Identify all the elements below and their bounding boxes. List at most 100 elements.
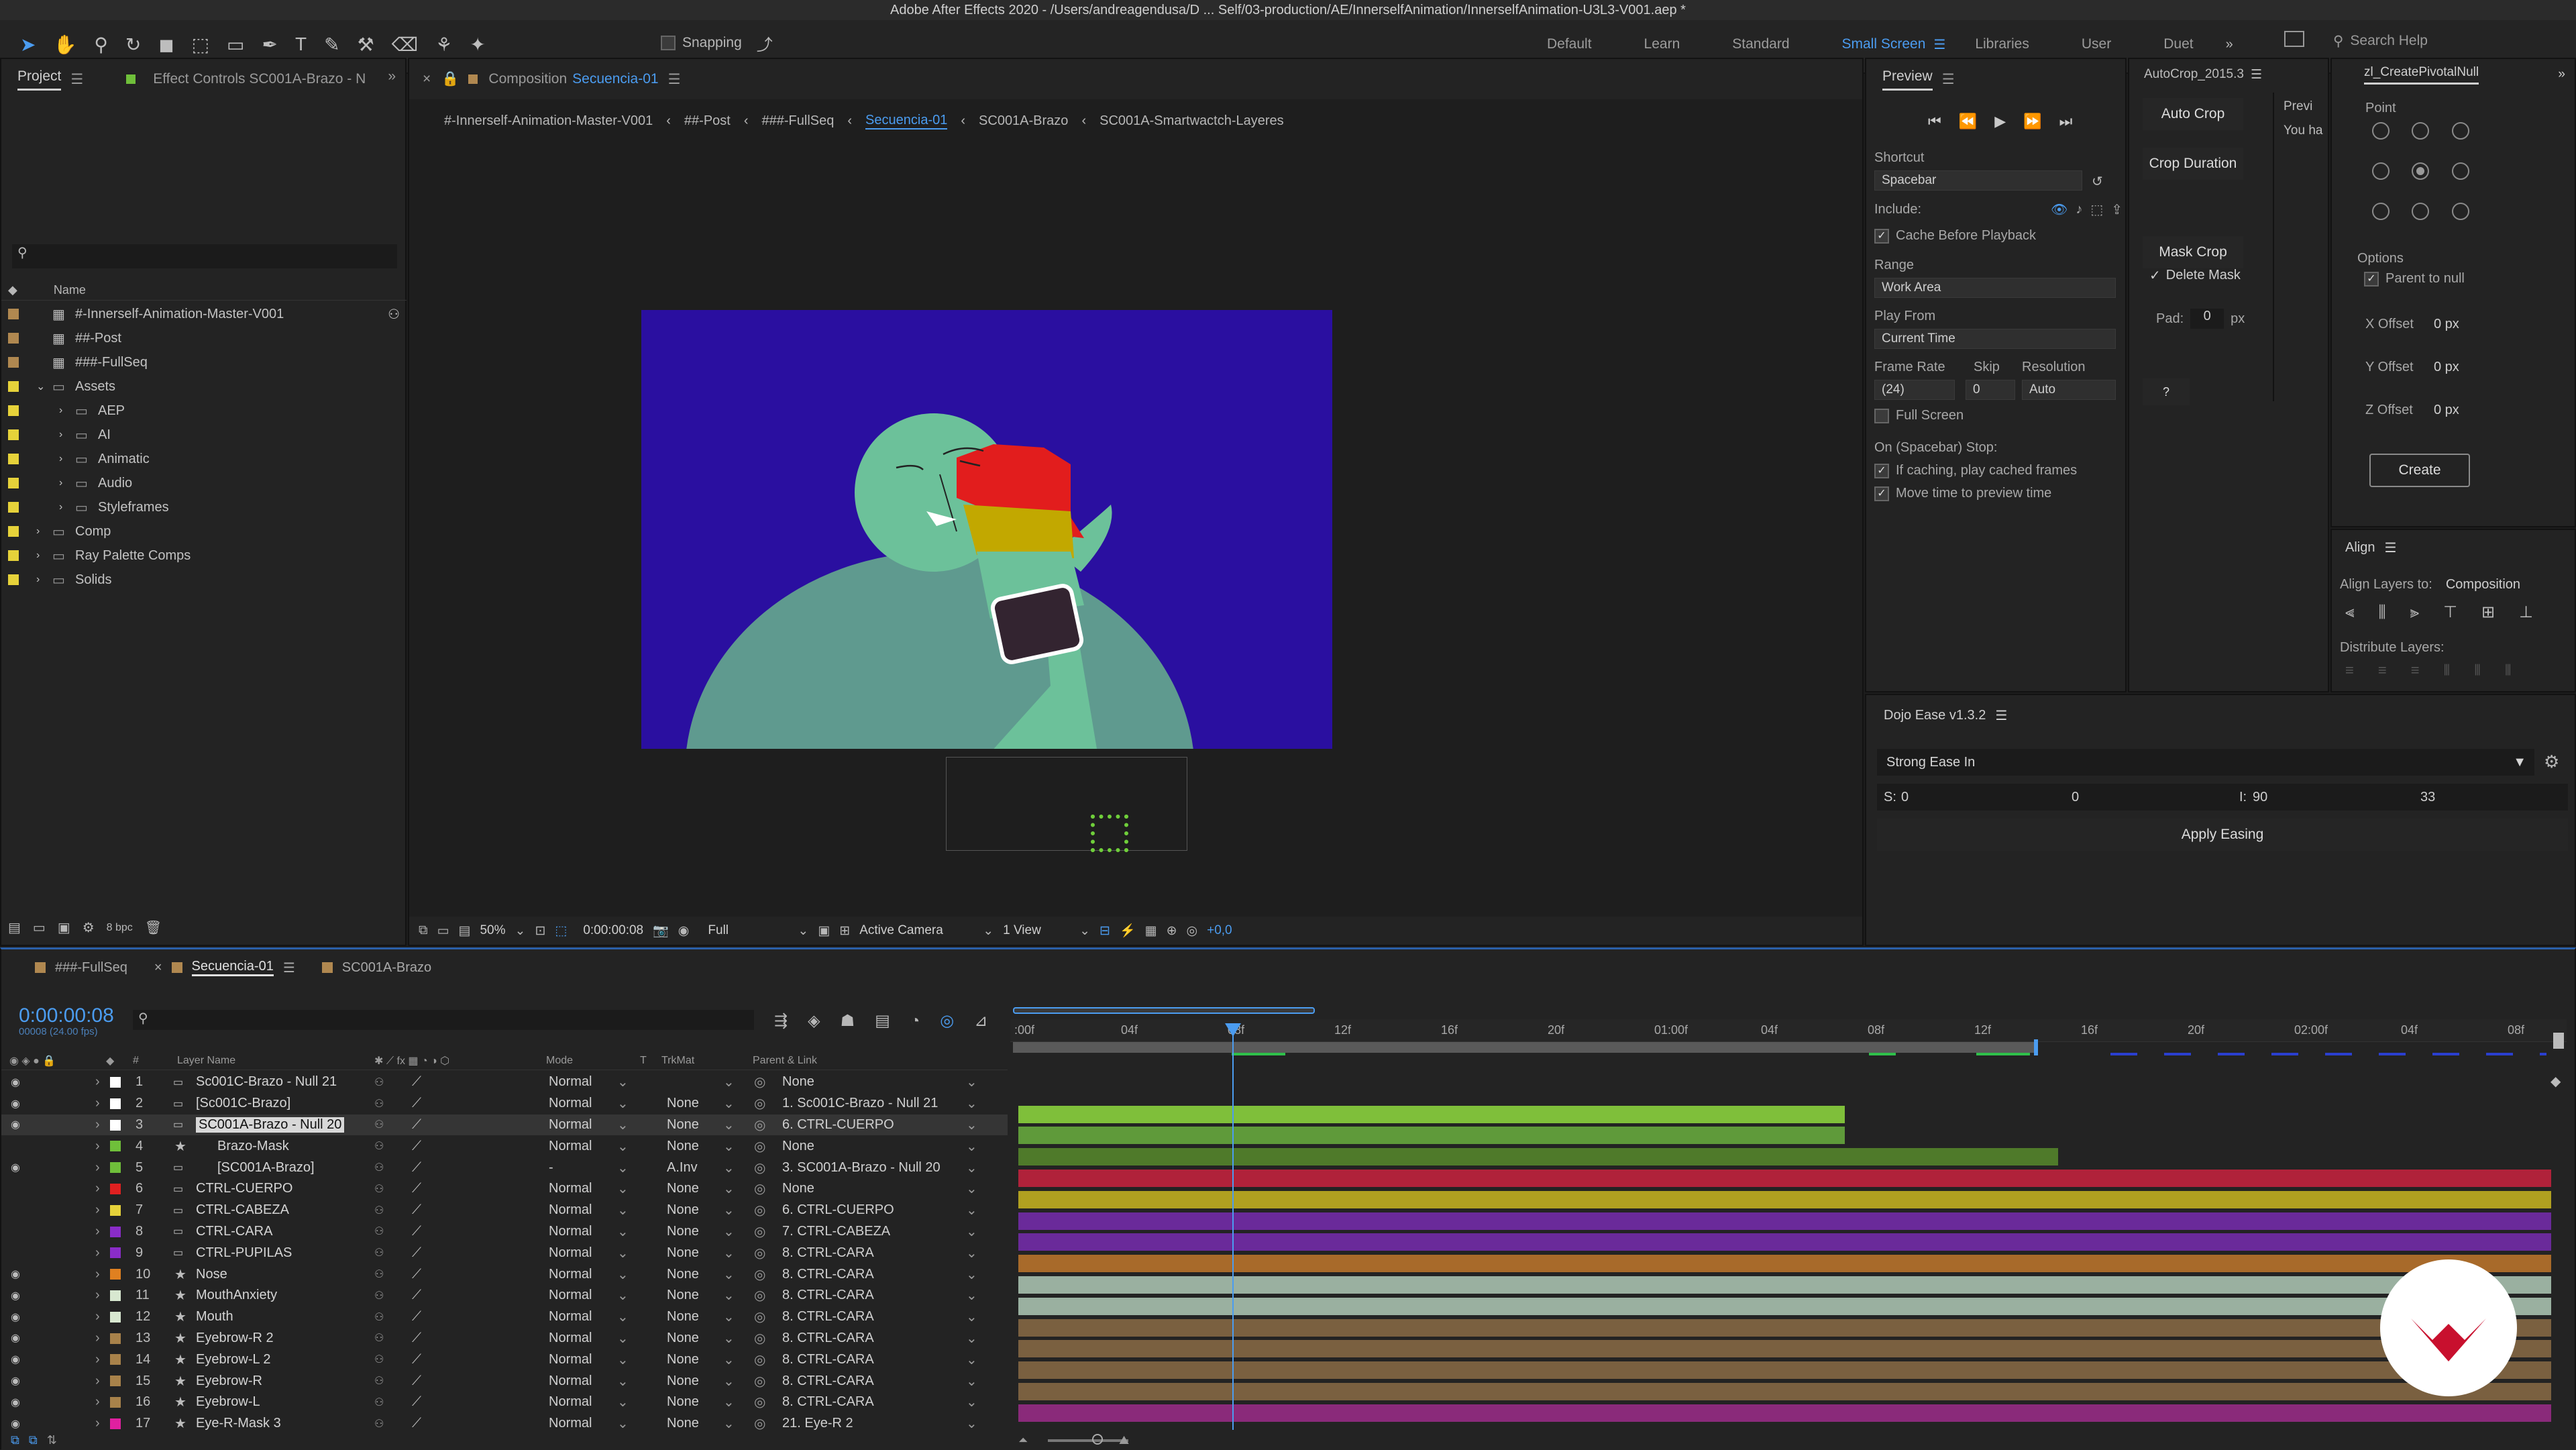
timeline-tab[interactable]: SC001A-Brazo <box>321 960 431 976</box>
pick-whip-icon[interactable]: ◎ <box>754 1138 765 1155</box>
layer-name[interactable]: SC001A-Brazo - Null 20 <box>196 1117 345 1133</box>
playhead-icon[interactable] <box>1225 1023 1241 1037</box>
expand-layer-icon[interactable]: › <box>95 1331 100 1346</box>
draft-3d-icon[interactable]: ◈ <box>808 1011 820 1031</box>
parent-select[interactable]: 8. CTRL-CARA <box>782 1394 874 1410</box>
pick-whip-icon[interactable]: ◎ <box>754 1287 765 1304</box>
parent-dropdown-icon[interactable]: ⌄ <box>966 1202 977 1219</box>
layer-mode-select[interactable]: Normal <box>549 1096 592 1111</box>
trkmat-dropdown-icon[interactable]: ⌄ <box>723 1117 735 1133</box>
quality-switch-icon[interactable]: ⟋ <box>412 1139 421 1154</box>
point-bottom-center-radio[interactable] <box>2412 203 2430 220</box>
proportional-grid-icon[interactable]: ▤ <box>459 923 471 939</box>
pick-whip-icon[interactable]: ◎ <box>754 1266 765 1283</box>
trkmat-dropdown-icon[interactable]: ⌄ <box>723 1159 735 1176</box>
align-left-icon[interactable]: ⫷ <box>2345 603 2355 622</box>
visibility-eye-icon[interactable]: ◉ <box>11 1310 20 1324</box>
lock-icon[interactable]: 🔒 <box>441 71 459 87</box>
trkmat-select[interactable]: None <box>667 1139 699 1154</box>
switches-header-icon[interactable]: ✱ ⟋ fx ▦ ◔ ◑ ⬡ <box>374 1054 449 1068</box>
shy-switch-icon[interactable]: ⚇ <box>374 1246 384 1259</box>
layer-name[interactable]: MouthAnxiety <box>196 1288 277 1303</box>
project-item[interactable]: › ▭ Styleframes <box>1 495 407 519</box>
layer-label-color[interactable] <box>110 1204 121 1216</box>
shy-switch-icon[interactable]: ⚇ <box>374 1374 384 1388</box>
visibility-eye-icon[interactable]: ◉ <box>11 1076 20 1089</box>
disclosure-triangle-icon[interactable]: › <box>36 550 52 562</box>
i-value-1[interactable]: 90 <box>2253 790 2267 805</box>
parent-dropdown-icon[interactable]: ⌄ <box>966 1330 977 1347</box>
parent-select[interactable]: 8. CTRL-CARA <box>782 1352 874 1367</box>
shy-switch-icon[interactable]: ⚇ <box>374 1118 384 1131</box>
trkmat-dropdown-icon[interactable]: ⌄ <box>723 1415 735 1430</box>
trkmat-select[interactable]: None <box>667 1224 699 1239</box>
visibility-eye-icon[interactable]: ◉ <box>11 1097 20 1110</box>
layer-name[interactable]: CTRL-CABEZA <box>196 1202 289 1218</box>
external-video-icon[interactable]: ⇪ <box>2111 201 2123 218</box>
quality-switch-icon[interactable]: ⟋ <box>412 1074 421 1090</box>
crop-duration-button[interactable]: Crop Duration <box>2143 148 2243 180</box>
flowchart-icon[interactable]: ⊕ <box>1167 923 1177 939</box>
layer-mode-select[interactable]: Normal <box>549 1416 592 1430</box>
layer-row[interactable]: ◉ › 13 ★ Eyebrow-R 2 ⚇ ⟋ Normal ⌄ None ⌄ ◎ 8. CTRL-C… <box>1 1328 1008 1349</box>
panel-overflow-icon[interactable]: » <box>388 68 396 85</box>
expand-layer-icon[interactable]: › <box>95 1117 100 1133</box>
close-tab-icon[interactable]: × <box>423 71 431 87</box>
zoom-dropdown-icon[interactable]: ⌄ <box>515 923 526 939</box>
layer-duration-bar[interactable] <box>1018 1148 2058 1166</box>
transparency-grid-icon[interactable]: ⬚ <box>555 923 567 939</box>
layer-row[interactable]: › 9 ▭ CTRL-PUPILAS ⚇ ⟋ Normal ⌄ None ⌄ ◎ 8. CTRL-CA… <box>1 1242 1008 1263</box>
align-vertical-center-icon[interactable]: ⊞ <box>2481 603 2495 622</box>
timeline-icon[interactable]: ▦ <box>1145 923 1157 939</box>
visibility-eye-icon[interactable]: ◉ <box>11 1417 20 1430</box>
layer-row[interactable]: › 6 ▭ CTRL-CUERPO ⚇ ⟋ Normal ⌄ None ⌄ ◎ None ⌄ <box>1 1178 1008 1200</box>
parent-select[interactable]: 8. CTRL-CARA <box>782 1288 874 1303</box>
layer-mode-select[interactable]: Normal <box>549 1224 592 1239</box>
type-tool-icon[interactable]: T <box>295 34 307 55</box>
mode-dropdown-icon[interactable]: ⌄ <box>617 1138 629 1155</box>
hand-tool-icon[interactable]: ✋ <box>53 34 76 56</box>
panel-menu-icon[interactable]: ☰ <box>1995 707 2007 724</box>
reset-exposure-icon[interactable]: ◎ <box>1187 923 1198 939</box>
mode-dropdown-icon[interactable]: ⌄ <box>617 1074 629 1090</box>
project-item[interactable]: › ▭ Comp <box>1 519 407 543</box>
shy-switch-icon[interactable]: ⚇ <box>374 1310 384 1324</box>
expand-layer-icon[interactable]: › <box>95 1202 100 1218</box>
align-horizontal-center-icon[interactable]: ⫼ <box>2379 603 2386 622</box>
trkmat-dropdown-icon[interactable]: ⌄ <box>723 1373 735 1390</box>
parent-dropdown-icon[interactable]: ⌄ <box>966 1223 977 1240</box>
shy-switch-icon[interactable]: ⚇ <box>374 1161 384 1174</box>
timeline-tab[interactable]: × Secuencia-01 ☰ <box>154 959 295 976</box>
composition-canvas[interactable] <box>641 310 1332 749</box>
mode-dropdown-icon[interactable]: ⌄ <box>617 1180 629 1197</box>
parent-select[interactable]: 6. CTRL-CUERPO <box>782 1202 894 1218</box>
parent-select[interactable]: 6. CTRL-CUERPO <box>782 1117 894 1133</box>
layer-label-color[interactable] <box>110 1290 121 1301</box>
region-of-interest-icon[interactable]: ▣ <box>818 923 830 939</box>
layer-label-color[interactable] <box>110 1269 121 1280</box>
project-settings-icon[interactable]: ⚙ <box>83 919 95 936</box>
tab-effect-controls[interactable]: Effect Controls SC001A-Brazo - N <box>153 71 366 87</box>
frame-blending-icon[interactable]: ▤ <box>875 1011 890 1031</box>
project-search-input[interactable]: ⚲ <box>12 244 397 268</box>
trkmat-dropdown-icon[interactable]: ⌄ <box>723 1308 735 1325</box>
label-color-swatch[interactable] <box>8 333 19 344</box>
trkmat-select[interactable]: None <box>667 1096 699 1111</box>
parent-dropdown-icon[interactable]: ⌄ <box>966 1180 977 1197</box>
distribute-vcenter-icon[interactable]: ≡ <box>2378 662 2387 679</box>
layer-name[interactable]: Mouth <box>196 1309 233 1325</box>
pick-whip-icon[interactable]: ◎ <box>754 1223 765 1240</box>
pick-whip-icon[interactable]: ◎ <box>754 1308 765 1325</box>
expand-layer-icon[interactable]: › <box>95 1394 100 1410</box>
frame-rate-select[interactable]: (24) <box>1874 380 1955 400</box>
layer-label-color[interactable] <box>110 1397 121 1408</box>
zoom-tool-icon[interactable]: ⚲ <box>94 34 108 56</box>
delete-icon[interactable]: 🗑 <box>145 919 162 936</box>
expand-transfer-controls-icon[interactable]: ⧉ <box>29 1433 38 1447</box>
point-top-center-radio[interactable] <box>2412 122 2430 140</box>
quality-switch-icon[interactable]: ⟋ <box>412 1309 421 1325</box>
quality-switch-icon[interactable]: ⟋ <box>412 1181 421 1196</box>
mode-dropdown-icon[interactable]: ⌄ <box>617 1308 629 1325</box>
pick-whip-icon[interactable]: ◎ <box>754 1330 765 1347</box>
puppet-tool-icon[interactable]: ✦ <box>470 34 485 56</box>
